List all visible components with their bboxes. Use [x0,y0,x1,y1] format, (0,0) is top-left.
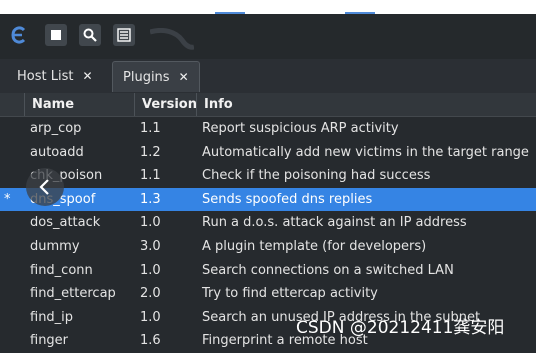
plugin-name: find_ettercap [30,286,116,302]
plugin-info: Automatically add new victims in the tar… [202,144,529,160]
table-row[interactable]: dummy 3.0 A plugin template (for develop… [0,235,536,259]
previous-image-button[interactable] [26,168,64,206]
column-header-name[interactable]: Name [26,93,74,116]
plugin-info: Report suspicious ARP activity [202,121,399,136]
close-icon[interactable]: ✕ [82,69,92,83]
column-separator[interactable] [196,93,197,116]
tab-bar: Host List ✕ Plugins ✕ [0,59,536,94]
column-separator[interactable] [24,93,25,116]
plugin-version: 1.1 [140,168,161,184]
plugin-info: Check if the poisoning had success [202,168,431,184]
toolbar [0,14,536,59]
ettercap-logo-icon [10,24,28,46]
plugin-version: 3.0 [140,238,161,254]
table-header: Name Version Info [0,93,536,117]
plugin-name: autoadd [30,144,84,160]
column-header-version[interactable]: Version [136,93,197,116]
plugin-name: finger [30,333,69,349]
plugin-version: 1.6 [140,333,161,349]
column-header-mark[interactable] [0,93,24,116]
table-row[interactable]: find_ettercap 2.0 Try to find ettercap a… [0,282,536,306]
plugin-name: arp_cop [30,121,82,136]
plugin-version: 1.0 [140,309,161,325]
table-row[interactable]: chk_poison 1.1 Check if the poisoning ha… [0,164,536,188]
plugin-version: 1.2 [140,144,161,160]
plugin-version: 1.0 [140,262,161,278]
plugin-name: dummy [30,238,80,254]
decorative-swoosh [150,28,194,50]
plugin-info: Sends spoofed dns replies [202,191,373,207]
column-header-info[interactable]: Info [198,93,233,116]
plugin-version: 1.1 [140,121,161,136]
plugin-version: 1.3 [140,191,161,207]
table-row[interactable]: dos_attack 1.0 Run a d.o.s. attack again… [0,211,536,235]
plugin-info: Search connections on a switched LAN [202,262,454,278]
tab-plugins[interactable]: Plugins ✕ [112,61,200,92]
table-row[interactable]: autoadd 1.2 Automatically add new victim… [0,141,536,165]
search-button[interactable] [79,24,101,46]
stop-icon [51,30,61,40]
plugin-name: find_ip [30,309,74,325]
loaded-mark: * [4,191,11,207]
stop-button[interactable] [45,24,67,46]
plugin-list-icon [117,28,131,42]
plugin-info: A plugin template (for developers) [202,238,427,254]
plugin-name: dos_attack [30,215,101,231]
plugin-info: Try to find ettercap activity [202,286,378,302]
tab-label: Plugins [123,69,170,85]
watermark: CSDN @20212411龚安阳 [296,318,505,338]
tab-host-list[interactable]: Host List ✕ [3,61,107,91]
table-row[interactable]: find_conn 1.0 Search connections on a sw… [0,259,536,283]
plugin-info: Run a d.o.s. attack against an IP addres… [202,215,467,231]
top-strip [0,0,536,14]
close-icon[interactable]: ✕ [179,70,189,84]
chevron-left-icon [39,179,49,195]
tab-label: Host List [17,68,74,84]
plugin-version: 1.0 [140,215,161,231]
plugin-list-button[interactable] [113,24,135,46]
plugin-version: 2.0 [140,286,161,302]
search-icon [83,28,97,42]
plugin-name: find_conn [30,262,93,278]
column-separator[interactable] [134,93,135,116]
table-row-selected[interactable]: * dns_spoof 1.3 Sends spoofed dns replie… [0,187,536,212]
table-row[interactable]: arp_cop 1.1 Report suspicious ARP activi… [0,117,536,141]
